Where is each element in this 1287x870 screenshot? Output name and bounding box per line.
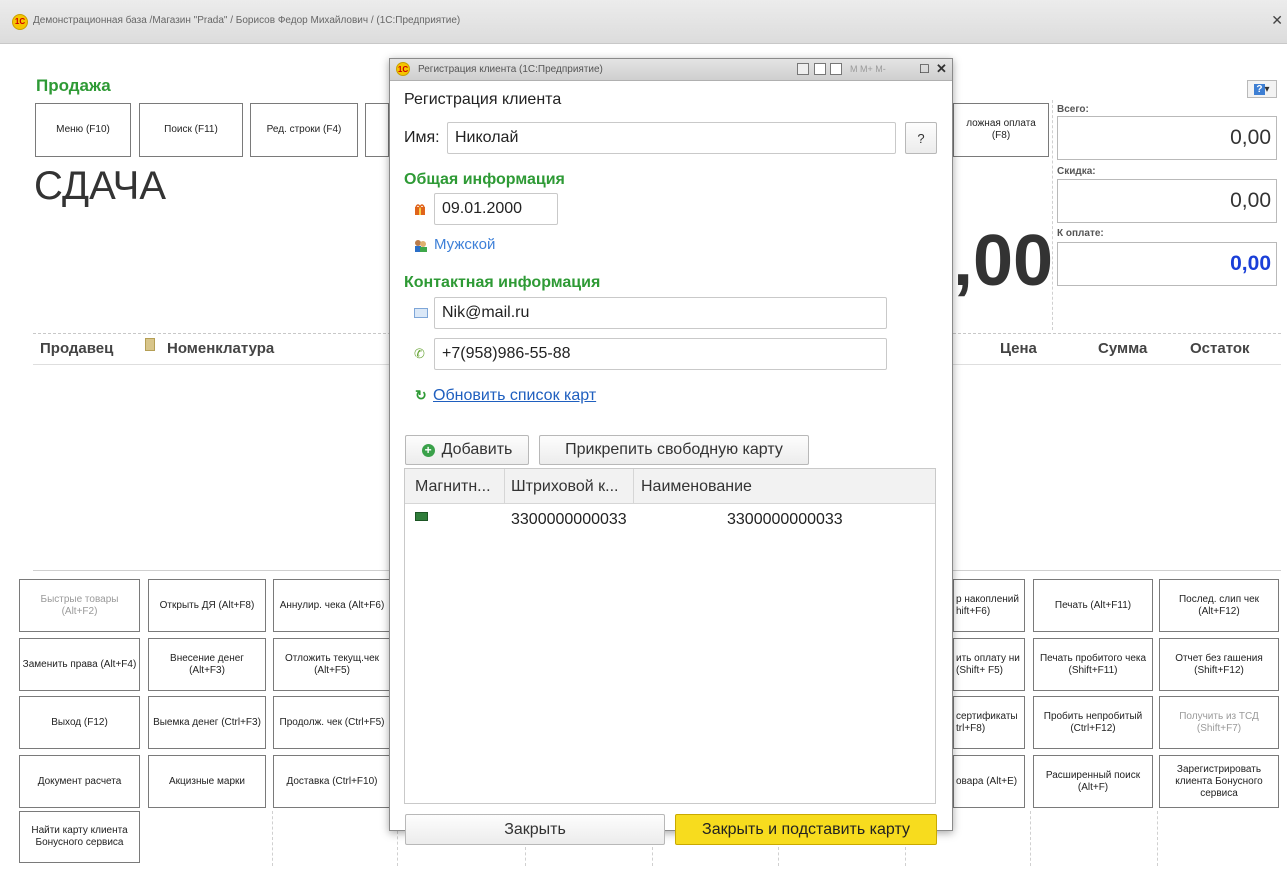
discount-label: Скидка: xyxy=(1057,166,1096,177)
punch-unpunched-button[interactable]: Пробить непробитый (Ctrl+F12) xyxy=(1033,696,1153,749)
col-sum[interactable]: Сумма xyxy=(1098,340,1147,357)
card-name-cell: 3300000000033 xyxy=(727,511,843,528)
get-from-tsd-button[interactable]: Получить из ТСД (Shift+F7) xyxy=(1159,696,1279,749)
excise-marks-button[interactable]: Акцизные марки xyxy=(148,755,266,808)
add-button[interactable]: + Добавить xyxy=(405,435,529,465)
close-window-button[interactable]: ✕ xyxy=(1271,12,1283,29)
gift-icon xyxy=(414,202,426,215)
exit-button[interactable]: Выход (F12) xyxy=(19,696,140,749)
hidden-top-button[interactable] xyxy=(365,103,389,157)
close-icon[interactable]: ✕ xyxy=(936,61,947,77)
find-bonus-card-button[interactable]: Найти карту клиента Бонусного сервиса xyxy=(19,811,140,863)
phone-icon: ✆ xyxy=(414,346,425,361)
col-stock[interactable]: Остаток xyxy=(1190,340,1250,357)
gender-link[interactable]: Мужской xyxy=(434,236,495,253)
grid-line xyxy=(1157,811,1158,866)
name-label: Имя: xyxy=(404,129,440,146)
print-icon[interactable] xyxy=(797,63,809,75)
calculator-icon[interactable] xyxy=(814,63,826,75)
col-divider xyxy=(633,469,634,504)
name-field[interactable]: Николай xyxy=(447,122,896,154)
birthdate-field[interactable]: 09.01.2000 xyxy=(434,193,558,225)
email-field[interactable]: Nik@mail.ru xyxy=(434,297,887,329)
window-title-bar: 1С Демонстрационная база /Магазин "Prada… xyxy=(0,0,1287,44)
contact-info-heading: Контактная информация xyxy=(404,274,601,291)
last-slip-button[interactable]: Послед. слип чек (Alt+F12) xyxy=(1159,579,1279,632)
print-button[interactable]: Печать (Alt+F11) xyxy=(1033,579,1153,632)
certificates-button[interactable]: сертификаты trl+F8) xyxy=(953,696,1025,749)
quick-goods-button[interactable]: Быстрые товары (Alt+F2) xyxy=(19,579,140,632)
postpone-receipt-button[interactable]: Отложить текущ.чек (Alt+F5) xyxy=(273,638,391,691)
help-icon: ? xyxy=(1254,83,1265,95)
col-item[interactable]: Номенклатура xyxy=(167,340,274,357)
goods-info-button[interactable]: овара (Alt+E) xyxy=(953,755,1025,808)
dialog-heading: Регистрация клиента xyxy=(404,91,562,108)
open-drawer-button[interactable]: Открыть ДЯ (Alt+F8) xyxy=(148,579,266,632)
help-dropdown-button[interactable]: ? ▾ xyxy=(1247,80,1277,98)
refresh-icon: ↻ xyxy=(415,387,427,403)
grid-line xyxy=(1052,100,1053,330)
discount-value: 0,00 xyxy=(1057,179,1277,223)
general-info-heading: Общая информация xyxy=(404,171,565,188)
withdraw-money-button[interactable]: Выемка денег (Ctrl+F3) xyxy=(148,696,266,749)
window-title: Демонстрационная база /Магазин "Prada" /… xyxy=(33,15,461,26)
maximize-icon[interactable]: ☐ xyxy=(919,62,930,76)
accumulation-button[interactable]: р накоплений hift+F6) xyxy=(953,579,1025,632)
complex-payment-button[interactable]: ложная оплата (F8) xyxy=(953,103,1049,157)
pay-label: К оплате: xyxy=(1057,228,1104,239)
register-bonus-client-button[interactable]: Зарегистрировать клиента Бонусного серви… xyxy=(1159,755,1279,808)
col-seller[interactable]: Продавец xyxy=(40,340,113,357)
refresh-cards-link[interactable]: Обновить список карт xyxy=(433,387,596,405)
total-label: Всего: xyxy=(1057,104,1089,115)
cards-table[interactable]: Магнитн... Штриховой к... Наименование 3… xyxy=(404,468,936,804)
payment-document-button[interactable]: Документ расчета xyxy=(19,755,140,808)
split-payment-button[interactable]: ить оплату ни (Shift+ F5) xyxy=(953,638,1025,691)
gender-icon xyxy=(414,239,427,252)
grid-line xyxy=(1030,811,1031,866)
lock-icon xyxy=(145,338,155,351)
total-value: 0,00 xyxy=(1057,116,1277,160)
calendar-icon[interactable] xyxy=(830,63,842,75)
close-button[interactable]: Закрыть xyxy=(405,814,665,845)
grid-line xyxy=(397,831,398,866)
app-logo-icon: 1С xyxy=(12,14,28,30)
page-title: Продажа xyxy=(36,76,111,95)
attach-free-card-button[interactable]: Прикрепить свободную карту xyxy=(539,435,809,465)
menu-button[interactable]: Меню (F10) xyxy=(35,103,131,157)
x-report-button[interactable]: Отчет без гашения (Shift+F12) xyxy=(1159,638,1279,691)
col-barcode[interactable]: Штриховой к... xyxy=(511,478,618,496)
client-registration-dialog: 1С Регистрация клиента (1С:Предприятие) … xyxy=(389,58,953,845)
change-label: СДАЧА xyxy=(34,164,166,208)
dialog-window-title: Регистрация клиента (1С:Предприятие) xyxy=(418,64,603,75)
add-button-label: Добавить xyxy=(441,441,513,458)
col-magnetic[interactable]: Магнитн... xyxy=(415,478,491,496)
change-rights-button[interactable]: Заменить права (Alt+F4) xyxy=(19,638,140,691)
email-icon xyxy=(414,308,428,318)
phone-field[interactable]: +7(958)986-55-88 xyxy=(434,338,887,370)
memory-buttons[interactable]: M M+ M- xyxy=(850,64,886,74)
col-divider xyxy=(504,469,505,504)
close-and-apply-card-button[interactable]: Закрыть и подставить карту xyxy=(675,814,937,845)
magnetic-card-icon xyxy=(415,512,428,521)
extended-search-button[interactable]: Расширенный поиск (Alt+F) xyxy=(1033,755,1153,808)
add-icon: + xyxy=(421,443,435,457)
edit-row-button[interactable]: Ред. строки (F4) xyxy=(250,103,358,157)
dialog-title-bar: 1С Регистрация клиента (1С:Предприятие) … xyxy=(390,59,952,81)
search-button[interactable]: Поиск (F11) xyxy=(139,103,243,157)
col-name[interactable]: Наименование xyxy=(641,478,752,496)
pay-value: 0,00 xyxy=(1057,242,1277,286)
barcode-cell: 3300000000033 xyxy=(511,511,627,528)
help-button[interactable]: ? xyxy=(905,122,937,154)
table-row[interactable]: 3300000000033 3300000000033 xyxy=(405,505,935,533)
col-price[interactable]: Цена xyxy=(1000,340,1037,357)
change-value: ,00 xyxy=(953,221,1054,301)
grid-line xyxy=(272,811,273,866)
print-receipt-button[interactable]: Печать пробитого чека (Shift+F11) xyxy=(1033,638,1153,691)
dialog-logo-icon: 1С xyxy=(396,62,410,76)
cancel-receipt-button[interactable]: Аннулир. чека (Alt+F6) xyxy=(273,579,391,632)
delivery-button[interactable]: Доставка (Ctrl+F10) xyxy=(273,755,391,808)
continue-receipt-button[interactable]: Продолж. чек (Ctrl+F5) xyxy=(273,696,391,749)
deposit-money-button[interactable]: Внесение денег (Alt+F3) xyxy=(148,638,266,691)
